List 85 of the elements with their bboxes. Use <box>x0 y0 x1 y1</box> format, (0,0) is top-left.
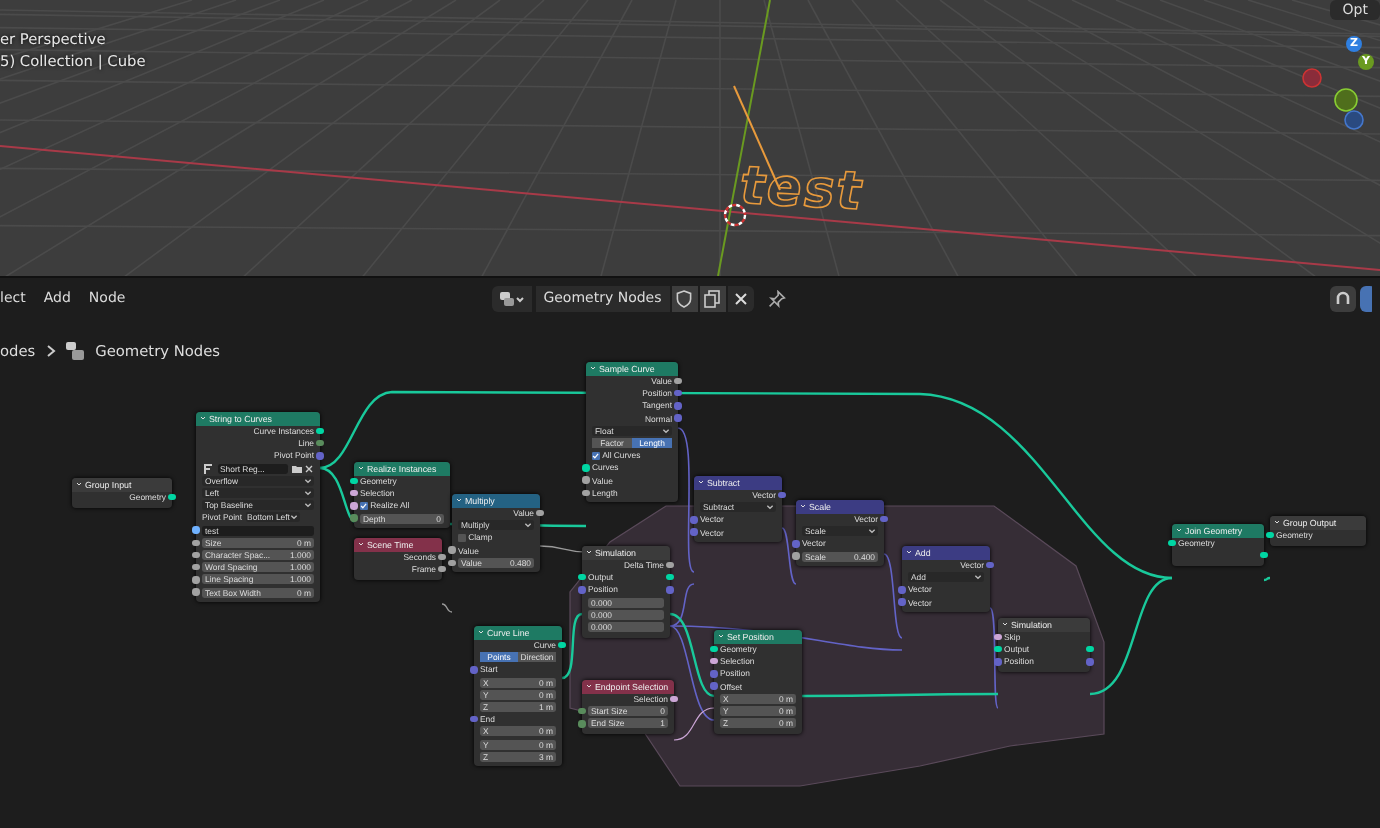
node-panel[interactable] <box>196 412 320 603</box>
socket-dot[interactable] <box>778 491 786 499</box>
socket-dot[interactable] <box>1260 552 1268 559</box>
socket-dot[interactable] <box>880 515 888 523</box>
axis-ball-icon[interactable] <box>1334 88 1358 112</box>
caret-icon <box>973 574 981 581</box>
chevron-icon <box>45 344 56 358</box>
socket-dot[interactable] <box>582 464 590 472</box>
socket-dot[interactable] <box>1086 646 1094 653</box>
socket-dot[interactable] <box>350 502 358 510</box>
socket-dot[interactable] <box>470 666 478 674</box>
caret-icon <box>523 522 531 529</box>
close-icon[interactable] <box>304 463 314 474</box>
socket-dot[interactable] <box>710 658 718 665</box>
node-link <box>561 612 583 680</box>
socket-dot[interactable] <box>470 716 478 723</box>
socket-dot[interactable] <box>582 476 590 484</box>
axis-ball-icon[interactable] <box>1344 110 1364 130</box>
copy-icon[interactable] <box>699 285 726 311</box>
socket-dot[interactable] <box>578 574 586 581</box>
node-editor-icon <box>498 289 525 307</box>
socket-dot[interactable] <box>350 477 358 485</box>
socket-dot[interactable] <box>168 493 176 501</box>
socket-dot[interactable] <box>1086 658 1094 666</box>
node-tree-icon <box>65 342 86 360</box>
socket-dot[interactable] <box>192 526 200 534</box>
socket-dot[interactable] <box>674 414 682 422</box>
socket-dot[interactable] <box>1266 531 1274 539</box>
caret-icon <box>661 427 669 434</box>
editor-type-button[interactable] <box>491 285 532 311</box>
socket-dot[interactable] <box>438 553 446 561</box>
socket-dot[interactable] <box>994 658 1002 666</box>
socket-dot[interactable] <box>582 489 590 496</box>
socket-dot[interactable] <box>986 561 994 569</box>
socket-dot[interactable] <box>438 566 446 573</box>
socket-dot[interactable] <box>316 427 324 435</box>
close-icon[interactable] <box>727 285 754 311</box>
socket-dot[interactable] <box>448 559 456 567</box>
socket-dot[interactable] <box>192 588 200 596</box>
socket-dot[interactable] <box>994 633 1002 641</box>
socket-dot[interactable] <box>578 708 586 715</box>
node-link <box>1263 576 1271 582</box>
socket-dot[interactable] <box>1168 539 1176 547</box>
socket-dot[interactable] <box>666 574 674 581</box>
socket-dot[interactable] <box>690 528 698 536</box>
checkbox[interactable] <box>592 451 600 460</box>
overlay-icon[interactable] <box>1360 285 1372 311</box>
socket-dot[interactable] <box>710 682 718 690</box>
socket-dot[interactable] <box>192 539 200 546</box>
socket-dot[interactable] <box>670 695 678 703</box>
socket-dot[interactable] <box>994 646 1002 653</box>
snap-icon[interactable] <box>1330 285 1356 311</box>
socket-dot[interactable] <box>792 540 800 548</box>
text-object: test <box>734 156 870 224</box>
socket-dot[interactable] <box>192 551 200 559</box>
checkbox[interactable] <box>360 502 368 510</box>
socket-dot[interactable] <box>578 586 586 594</box>
font-icon <box>202 463 214 474</box>
socket-dot[interactable] <box>192 576 200 584</box>
caret-icon <box>867 528 875 535</box>
socket-dot[interactable] <box>316 440 324 447</box>
socket-dot[interactable] <box>898 598 906 606</box>
socket-dot[interactable] <box>792 552 800 560</box>
socket-dot[interactable] <box>690 516 698 524</box>
socket-dot[interactable] <box>666 561 674 569</box>
node-link <box>441 603 453 613</box>
socket-dot[interactable] <box>558 641 566 649</box>
socket-dot[interactable] <box>578 720 586 728</box>
socket-dot[interactable] <box>350 490 358 497</box>
socket-dot[interactable] <box>674 377 682 385</box>
socket-dot[interactable] <box>674 402 682 410</box>
caret-icon <box>765 504 773 511</box>
socket-dot[interactable] <box>898 586 906 594</box>
socket-dot[interactable] <box>316 452 324 460</box>
socket-dot[interactable] <box>710 670 718 678</box>
socket-dot[interactable] <box>674 390 682 397</box>
socket-dot[interactable] <box>192 563 200 571</box>
pin-icon[interactable] <box>767 289 786 307</box>
socket-dot[interactable] <box>350 514 358 522</box>
checkbox[interactable] <box>458 534 466 542</box>
socket-dot[interactable] <box>710 645 718 653</box>
socket-dot[interactable] <box>536 509 544 517</box>
socket-dot[interactable] <box>666 586 674 594</box>
shield-icon[interactable] <box>671 285 698 311</box>
socket-dot[interactable] <box>448 546 456 554</box>
